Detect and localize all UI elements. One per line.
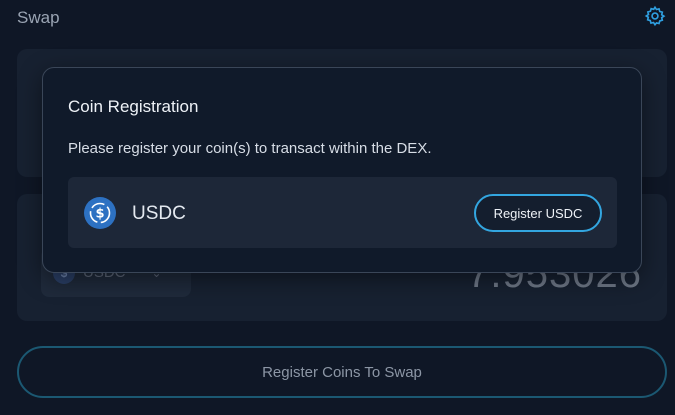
register-coins-to-swap-button[interactable]: Register Coins To Swap	[17, 346, 667, 398]
modal-description: Please register your coin(s) to transact…	[68, 140, 432, 157]
coin-registration-modal: Coin Registration Please register your c…	[42, 67, 642, 273]
svg-text:$: $	[95, 207, 104, 222]
gear-icon[interactable]	[644, 5, 666, 27]
coin-symbol: USDC	[132, 203, 186, 224]
coin-row-usdc: $ USDC Register USDC	[68, 177, 617, 248]
register-usdc-button[interactable]: Register USDC	[474, 194, 602, 232]
modal-title: Coin Registration	[68, 97, 199, 116]
usdc-coin-icon: $	[84, 197, 116, 229]
page-title: Swap	[17, 8, 60, 27]
